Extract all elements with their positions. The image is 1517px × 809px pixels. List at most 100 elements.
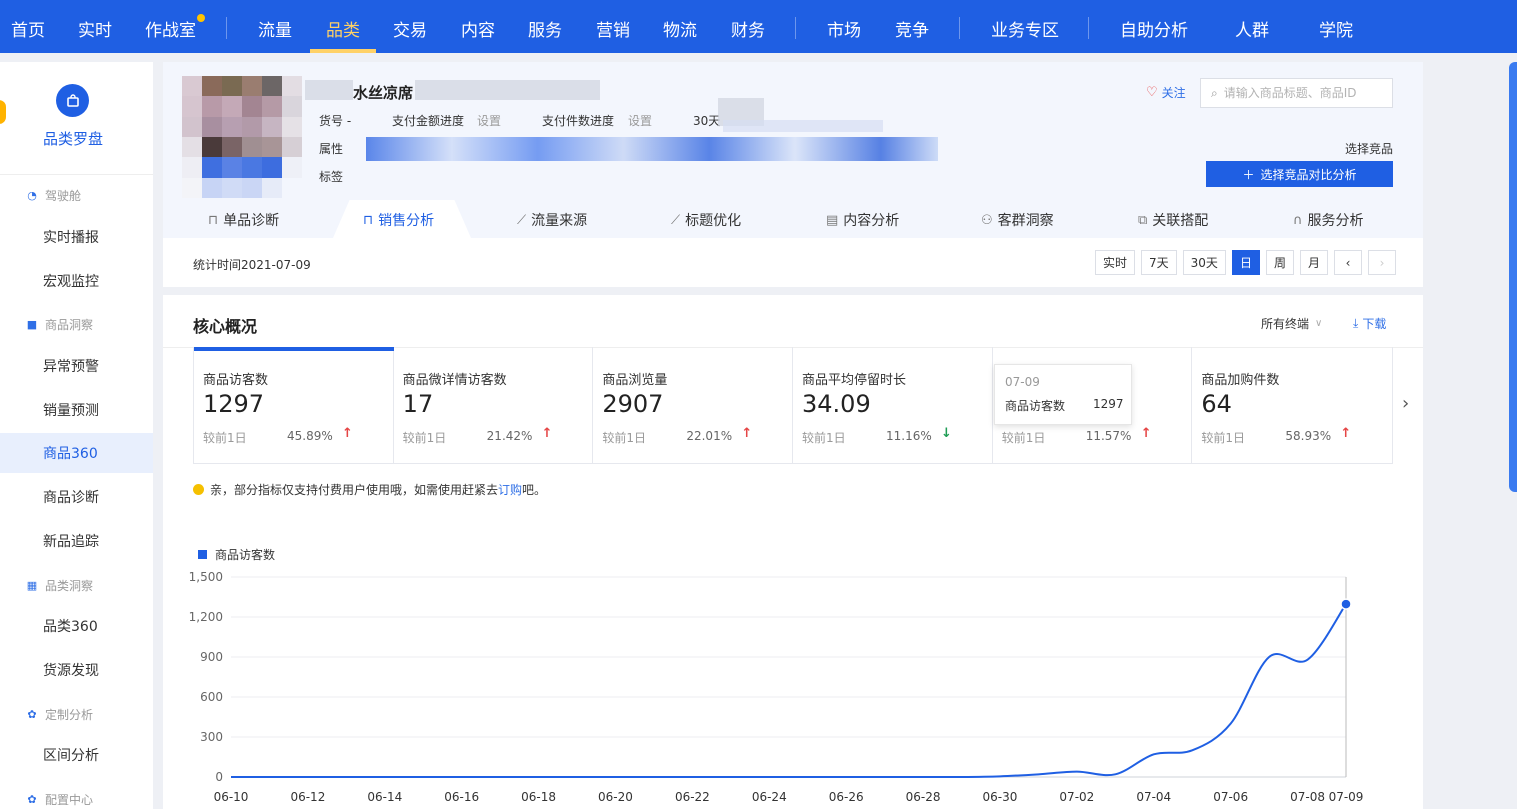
tab-single-diagnosis[interactable]: ⊓ 单品诊断 [208, 210, 279, 230]
metric-change-pct: 21.42% [486, 429, 533, 443]
tab-label: 服务分析 [1307, 213, 1364, 229]
x-tick-label: 06-22 [675, 790, 710, 804]
arrow-up-icon: ↑ [1140, 426, 1152, 441]
range-30d-button[interactable]: 30天 [1182, 250, 1226, 275]
choose-competitor-button[interactable]: ＋ 选择竞品对比分析 [1206, 161, 1393, 187]
x-tick-label: 06-16 [444, 790, 479, 804]
line-chart-icon: ⟋ [671, 212, 681, 228]
terminal-select[interactable]: 所有终端 ∨ [1261, 315, 1322, 332]
nav-realtime[interactable]: 实时 [78, 16, 112, 41]
x-tick-label: 06-20 [598, 790, 633, 804]
time-range-selector: 实时 7天 30天 日 周 月 ‹ › [1095, 250, 1396, 275]
product-thumbnail[interactable] [182, 76, 302, 198]
y-tick-label: 1,500 [189, 570, 223, 584]
x-tick-label: 07-02 [1059, 790, 1094, 804]
product-search-input[interactable] [1223, 86, 1384, 100]
link-icon: ⧉ [1138, 212, 1148, 228]
nav-crowd[interactable]: 人群 [1235, 16, 1269, 41]
arrow-up-icon: ↑ [342, 426, 353, 441]
range-month-button[interactable]: 月 [1299, 250, 1328, 275]
prev-date-button[interactable]: ‹ [1333, 250, 1362, 275]
sidebar-item-macro-monitor[interactable]: 宏观监控 [0, 261, 153, 301]
sidebar-item-range-analysis[interactable]: 区间分析 [0, 735, 153, 775]
subscribe-link[interactable]: 订购 [498, 483, 522, 497]
nav-logistics[interactable]: 物流 [663, 16, 697, 41]
sidebar-section-config-center[interactable]: ✿ 配置中心 [26, 791, 93, 808]
next-date-button[interactable]: › [1367, 250, 1396, 275]
sidebar-item-source-discovery[interactable]: 货源发现 [0, 650, 153, 690]
range-7d-button[interactable]: 7天 [1141, 250, 1177, 275]
metrics-next-arrow-icon[interactable]: › [1402, 393, 1409, 414]
nav-marketing[interactable]: 营销 [596, 16, 630, 41]
sidebar-item-category-360[interactable]: 品类360 [0, 606, 153, 646]
tab-label: 关联搭配 [1152, 213, 1209, 229]
metric-change-pct: 58.93% [1285, 429, 1332, 443]
tab-title-optimization[interactable]: ⟋ 标题优化 [671, 210, 741, 230]
tab-label: 销售分析 [378, 213, 435, 229]
metric-label: 商品加购件数 [1201, 373, 1280, 388]
nav-finance[interactable]: 财务 [731, 16, 765, 41]
y-tick-label: 0 [215, 770, 223, 784]
tab-label: 客群洞察 [997, 213, 1054, 229]
nav-service[interactable]: 服务 [528, 16, 562, 41]
tab-audience-insight[interactable]: ⚇ 客群洞察 [981, 210, 1054, 230]
tab-service-analysis[interactable]: ∩ 服务分析 [1293, 210, 1364, 230]
nav-category[interactable]: 品类 [326, 16, 360, 41]
nav-separator [959, 17, 960, 39]
sidebar-title: 品类罗盘 [42, 130, 103, 148]
nav-competition[interactable]: 竞争 [895, 16, 929, 41]
tab-related-matching[interactable]: ⧉ 关联搭配 [1138, 210, 1208, 230]
tab-traffic-source[interactable]: ⟋ 流量来源 [517, 210, 587, 230]
metric-card-pageviews[interactable]: 商品浏览量 2907 较前1日 22.01% ↑ [593, 347, 794, 463]
sku-label: 货号 - [319, 114, 352, 128]
sidebar-section-product-insight[interactable]: ■ 商品洞察 [26, 316, 93, 333]
top-navigation: 首页 实时 作战室 流量 品类 交易 内容 服务 营销 物流 财务 市场 竞争 … [0, 0, 1517, 53]
metric-card-add-to-cart[interactable]: 商品加购件数 64 较前1日 58.93% ↑ [1192, 347, 1392, 463]
series-line-visitors [230, 603, 1347, 779]
arrow-up-icon: ↑ [741, 426, 753, 441]
sidebar-item-realtime-report[interactable]: 实时播报 [0, 217, 153, 257]
sidebar-item-sales-forecast[interactable]: 销量预测 [0, 390, 153, 430]
sidebar-item-product-360[interactable]: 商品360 [0, 433, 153, 473]
product-search-box[interactable]: ⌕ [1200, 78, 1393, 108]
sidebar-section-cockpit[interactable]: ◔ 驾驶舱 [26, 187, 81, 204]
nav-content[interactable]: 内容 [461, 16, 495, 41]
tab-content-analysis[interactable]: ▤ 内容分析 [826, 210, 899, 230]
core-overview-card: 核心概况 所有终端 ∨ ⤓ 下载 商品访客数 1297 较前1日 45.89% … [163, 295, 1423, 809]
nav-warroom[interactable]: 作战室 [145, 16, 196, 41]
chart-legend[interactable]: 商品访客数 [198, 546, 275, 563]
sidebar-section-category-insight[interactable]: ▦ 品类洞察 [26, 577, 93, 594]
help-float-badge[interactable] [0, 100, 6, 124]
metric-label: 商品平均停留时长 [802, 373, 907, 388]
nav-self-analysis[interactable]: 自助分析 [1120, 16, 1188, 41]
plus-icon: ＋ [1242, 167, 1255, 182]
pay-count-set-link[interactable]: 设置 [628, 112, 652, 129]
sidebar-item-anomaly-alert[interactable]: 异常预警 [0, 346, 153, 386]
nav-trade[interactable]: 交易 [393, 16, 427, 41]
download-button[interactable]: ⤓ 下载 [1353, 315, 1386, 332]
right-edge-panel-handle[interactable] [1509, 62, 1517, 492]
notification-dot [197, 14, 205, 22]
sidebar-item-product-diagnosis[interactable]: 商品诊断 [0, 477, 153, 517]
range-realtime-button[interactable]: 实时 [1095, 250, 1136, 275]
metric-change-pct: 22.01% [686, 429, 733, 443]
metric-card-micro-detail-visitors[interactable]: 商品微详情访客数 17 较前1日 21.42% ↑ [394, 347, 594, 463]
nav-business-zone[interactable]: 业务专区 [991, 16, 1059, 41]
nav-traffic[interactable]: 流量 [258, 16, 292, 41]
metric-card-avg-stay[interactable]: 商品平均停留时长 34.09 较前1日 11.16% ↓ [793, 347, 993, 463]
sidebar-section-custom-analysis[interactable]: ✿ 定制分析 [26, 706, 93, 723]
sidebar-item-new-product-tracking[interactable]: 新品追踪 [0, 521, 153, 561]
x-tick-label: 07-09 [1329, 790, 1364, 804]
follow-button[interactable]: ♡ 关注 [1146, 84, 1186, 101]
nav-academy[interactable]: 学院 [1319, 16, 1353, 41]
terminal-select-value: 所有终端 [1261, 317, 1310, 331]
nav-home[interactable]: 首页 [11, 16, 45, 41]
metric-card-visitors[interactable]: 商品访客数 1297 较前1日 45.89% ↑ [194, 347, 394, 463]
section-label: 配置中心 [45, 793, 94, 807]
pay-amount-set-link[interactable]: 设置 [477, 112, 501, 129]
nav-market[interactable]: 市场 [827, 16, 861, 41]
headset-icon: ∩ [1293, 212, 1303, 228]
tab-sales-analysis[interactable]: ⊓ 销售分析 [363, 210, 434, 230]
range-week-button[interactable]: 周 [1265, 250, 1294, 275]
range-day-button[interactable]: 日 [1231, 250, 1260, 275]
